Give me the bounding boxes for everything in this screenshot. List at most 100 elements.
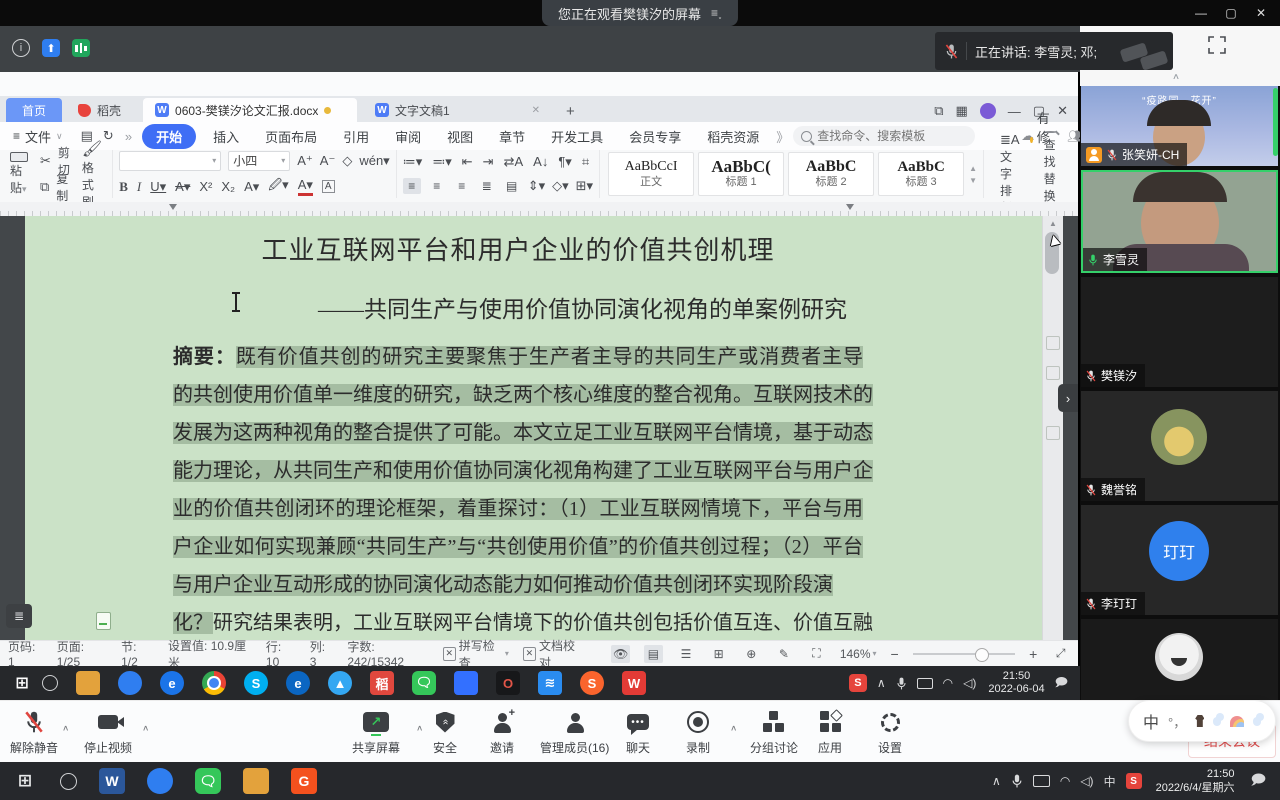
eye-protect-button[interactable]: 👁︎ bbox=[611, 645, 630, 663]
video-options-chevron[interactable]: ∧ bbox=[142, 724, 149, 733]
g-app-icon[interactable]: G bbox=[291, 768, 317, 794]
menu-docer-res[interactable]: 稻壳资源 bbox=[694, 127, 772, 146]
text-direction-icon[interactable]: ⇄A bbox=[504, 154, 524, 170]
account-avatar[interactable] bbox=[980, 103, 996, 119]
participant-video[interactable]: 樊镁汐 bbox=[1081, 277, 1278, 387]
sidebar-collapse-chevron[interactable]: ∧ bbox=[1172, 72, 1180, 82]
styles-scroll-down[interactable]: ▼ bbox=[969, 176, 977, 185]
decrease-indent-icon[interactable]: ⇤ bbox=[462, 154, 473, 170]
highlight-button[interactable]: 🖉︎▾ bbox=[268, 176, 288, 198]
text-layout-button[interactable]: ≣A 文字排版▾ bbox=[996, 152, 1024, 196]
tray-expand-chevron[interactable]: ∧ bbox=[877, 676, 886, 690]
edge-icon[interactable]: e bbox=[286, 671, 310, 695]
show-marks-icon[interactable]: ¶▾ bbox=[558, 154, 572, 170]
outline-view-button[interactable]: ☰ bbox=[677, 645, 696, 663]
sort-icon[interactable]: A↓ bbox=[533, 154, 548, 169]
wechat-icon[interactable]: 🗨︎ bbox=[412, 671, 436, 695]
sogou-ime-icon[interactable]: S bbox=[849, 674, 867, 692]
font-color-button[interactable]: A▾ bbox=[298, 177, 313, 196]
strikethrough-button[interactable]: A▾ bbox=[175, 179, 190, 195]
font-size-combo[interactable]: 小四▾ bbox=[228, 151, 290, 171]
tray-expand-chevron[interactable]: ∧ bbox=[992, 774, 1001, 788]
increase-indent-icon[interactable]: ⇥ bbox=[483, 154, 494, 170]
new-tab-button[interactable]: + bbox=[566, 103, 575, 122]
line-spacing-icon[interactable]: ⇕▾ bbox=[528, 178, 545, 194]
zoom-slider[interactable] bbox=[913, 653, 1015, 655]
zoom-level[interactable]: 146%▾ bbox=[840, 647, 877, 661]
wechat-icon[interactable]: 🗨︎ bbox=[195, 768, 221, 794]
italic-button[interactable]: I bbox=[137, 179, 141, 195]
scroll-up-arrow[interactable]: ▲ bbox=[1043, 219, 1063, 228]
search-icon[interactable] bbox=[42, 675, 58, 691]
increase-font-icon[interactable]: A⁺ bbox=[297, 153, 313, 169]
search-icon[interactable] bbox=[60, 773, 77, 790]
menu-view[interactable]: 视图 bbox=[434, 127, 486, 146]
subscript-button[interactable]: X₂ bbox=[221, 179, 235, 194]
horizontal-ruler[interactable] bbox=[0, 202, 1078, 217]
border-icon[interactable]: ⊞▾ bbox=[576, 178, 593, 194]
tray-laptop-icon[interactable] bbox=[1033, 775, 1050, 787]
word-icon[interactable]: W bbox=[99, 768, 125, 794]
breakout-button[interactable]: 分组讨论 bbox=[750, 709, 798, 756]
fullscreen-icon[interactable] bbox=[1208, 36, 1226, 54]
watching-banner[interactable]: 您正在观看樊镁汐的屏幕 ≡˯ bbox=[542, 0, 738, 26]
chrome-icon[interactable] bbox=[202, 671, 226, 695]
fullscreen-button[interactable]: ⤢ bbox=[1051, 645, 1070, 663]
format-painter-button[interactable]: 🖌︎ 格式刷 bbox=[78, 152, 106, 196]
doc-nav-float-button[interactable]: ≣ bbox=[6, 604, 32, 628]
maximize-button[interactable]: ▢ bbox=[1216, 0, 1246, 26]
app-grid-icon[interactable]: ▦ bbox=[956, 103, 968, 119]
sidebar-toggle-tab[interactable]: › bbox=[1058, 384, 1078, 412]
wps-minimize-icon[interactable]: — bbox=[1008, 104, 1021, 119]
underline-button[interactable]: U▾ bbox=[150, 179, 166, 195]
settings-button[interactable]: 设置 bbox=[878, 709, 902, 756]
clear-format-icon[interactable]: ◇ bbox=[342, 153, 352, 169]
tray-notification-icon[interactable]: 🗩︎ bbox=[1055, 673, 1068, 694]
zoom-in-button[interactable]: + bbox=[1029, 646, 1037, 662]
minimize-button[interactable]: — bbox=[1186, 0, 1216, 26]
docer-app-icon[interactable]: 稻 bbox=[370, 671, 394, 695]
quick-tool-icon[interactable] bbox=[1046, 366, 1060, 380]
wps-taskbar-icon[interactable]: W bbox=[622, 671, 646, 695]
read-view-button[interactable]: ⊞ bbox=[709, 645, 728, 663]
tab-document-active[interactable]: W 0603-樊镁汐论文汇报.docx bbox=[143, 98, 357, 122]
zoom-out-button[interactable]: − bbox=[891, 646, 899, 662]
tencent-meeting-icon[interactable] bbox=[147, 768, 173, 794]
command-search-input[interactable] bbox=[793, 126, 975, 146]
page-view-button[interactable]: ▤ bbox=[644, 645, 663, 663]
manage-members-button[interactable]: 管理成员(16) bbox=[540, 709, 609, 756]
quick-tool-icon[interactable] bbox=[1046, 336, 1060, 350]
ime-punctuation-icon[interactable]: °， bbox=[1168, 712, 1186, 731]
menu-start[interactable]: 开始 bbox=[142, 124, 196, 149]
indent-marker-left[interactable] bbox=[169, 204, 177, 210]
start-button-icon[interactable]: ⊞ bbox=[10, 671, 34, 695]
participant-video[interactable]: “疫路同…花开” 张笑妍-CH bbox=[1081, 86, 1278, 166]
style-heading2[interactable]: AaBbC 标题 2 bbox=[788, 152, 874, 196]
ime-toolbar[interactable]: 中 °， bbox=[1128, 700, 1276, 742]
participant-video[interactable] bbox=[1081, 619, 1278, 700]
bold-button[interactable]: B bbox=[119, 179, 128, 195]
zoom-slider-thumb[interactable] bbox=[975, 648, 989, 662]
decrease-font-icon[interactable]: A⁻ bbox=[320, 153, 336, 169]
find-replace-button[interactable]: 查找替换▾ bbox=[1040, 152, 1061, 196]
browser-icon[interactable]: e bbox=[160, 671, 184, 695]
stats-app-icon[interactable] bbox=[72, 39, 90, 57]
folder-icon[interactable] bbox=[243, 768, 269, 794]
share-options-chevron[interactable]: ∧ bbox=[416, 724, 423, 733]
record-button[interactable]: 录制 bbox=[686, 709, 710, 756]
sidebar-scroll-indicator[interactable] bbox=[1273, 88, 1278, 156]
text-effects-button[interactable]: A▾ bbox=[244, 179, 259, 195]
bullet-list-icon[interactable]: ≔▾ bbox=[403, 154, 423, 170]
menu-file[interactable]: ≡文件∨ bbox=[0, 127, 76, 146]
feishu-icon[interactable] bbox=[454, 671, 478, 695]
office-tool-icon[interactable]: O bbox=[496, 671, 520, 695]
tab-document2[interactable]: W 文字文稿1 ✕ bbox=[363, 98, 552, 122]
command-search[interactable] bbox=[793, 126, 975, 146]
netdisk-icon[interactable]: ▲ bbox=[328, 671, 352, 695]
style-heading3[interactable]: AaBbC 标题 3 bbox=[878, 152, 964, 196]
participant-video-speaking[interactable]: 李雪灵 bbox=[1081, 170, 1278, 273]
chat-button[interactable]: ••• 聊天 bbox=[626, 709, 650, 756]
font-family-combo[interactable]: ▾ bbox=[119, 151, 221, 171]
expand-icon[interactable]: 》 bbox=[776, 127, 789, 146]
tab-close-icon[interactable]: ✕ bbox=[532, 105, 540, 116]
